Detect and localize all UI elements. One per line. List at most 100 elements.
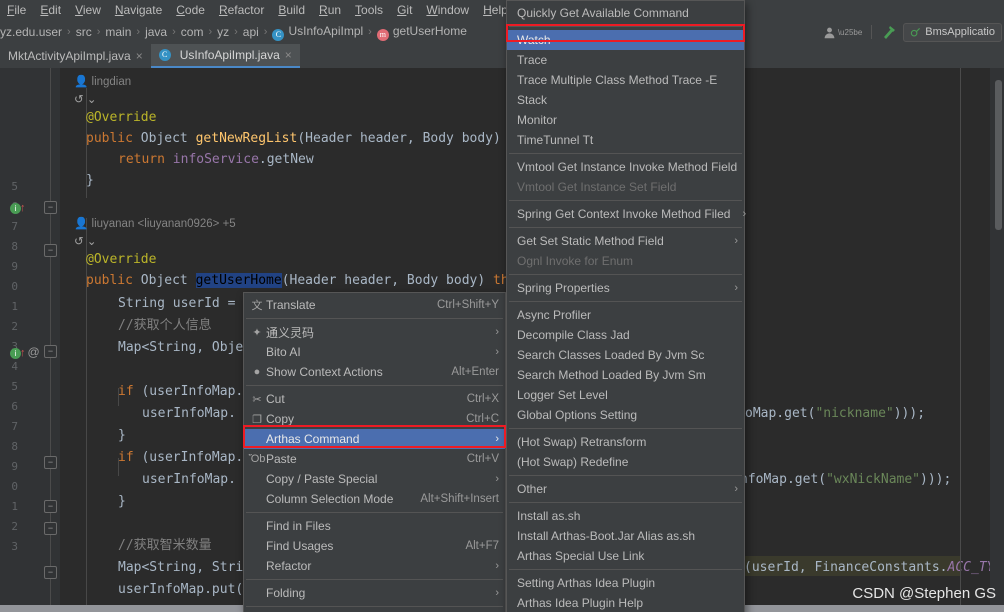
menu-code[interactable]: Code bbox=[169, 0, 212, 20]
arthas-menu-item[interactable]: Search Method Loaded By Jvm Sm bbox=[507, 365, 744, 385]
menu-view[interactable]: View bbox=[68, 0, 108, 20]
breadcrumb-item[interactable]: yz bbox=[217, 25, 229, 39]
code-line: } bbox=[118, 428, 126, 443]
menu-separator bbox=[509, 301, 742, 302]
arthas-menu-item[interactable]: Logger Set Level bbox=[507, 385, 744, 405]
breadcrumb-item[interactable]: m getUserHome bbox=[376, 24, 467, 41]
menu-separator bbox=[246, 318, 503, 319]
arthas-menu-item[interactable]: (Hot Swap) Redefine bbox=[507, 452, 744, 472]
arthas-menu-item[interactable]: Vmtool Get Instance Invoke Method Field bbox=[507, 157, 744, 177]
arthas-menu-item[interactable]: Trace Multiple Class Method Trace -E bbox=[507, 70, 744, 90]
breadcrumb-separator: › bbox=[234, 26, 238, 38]
menu-navigate[interactable]: Navigate bbox=[108, 0, 169, 20]
editor-gutter[interactable]: 5 6 7 8 9 0 1 2 3 4 5 6 7 8 9 0 1 2 3 i↑… bbox=[0, 68, 60, 605]
context-menu-item[interactable]: Ὄb Paste Ctrl+V bbox=[244, 449, 505, 469]
menu-build[interactable]: Build bbox=[271, 0, 312, 20]
fold-toggle-icon[interactable]: − bbox=[44, 456, 57, 469]
menu-run[interactable]: Run bbox=[312, 0, 348, 20]
tongyi-icon: ✦ bbox=[252, 326, 262, 339]
menu-item-label: Arthas Special Use Link bbox=[517, 549, 645, 563]
breadcrumb-item[interactable]: main bbox=[105, 25, 131, 39]
fold-toggle-icon[interactable]: − bbox=[44, 566, 57, 579]
arthas-menu-item[interactable]: Arthas Idea Plugin Help bbox=[507, 593, 744, 612]
fold-toggle-icon[interactable]: − bbox=[44, 345, 57, 358]
close-icon[interactable]: × bbox=[136, 49, 143, 63]
breadcrumb-item[interactable]: yz.edu.user bbox=[0, 25, 62, 39]
menu-edit[interactable]: Edit bbox=[33, 0, 68, 20]
fold-toggle-icon[interactable]: − bbox=[44, 500, 57, 513]
context-menu-item[interactable]: 文 Translate Ctrl+Shift+Y bbox=[244, 295, 505, 315]
breadcrumb-item[interactable]: C UsInfoApiImpl bbox=[272, 24, 363, 41]
arthas-menu-item[interactable]: Spring Properties › bbox=[507, 278, 744, 298]
arthas-menu-item[interactable]: Global Options Setting bbox=[507, 405, 744, 425]
fold-toggle-icon[interactable]: − bbox=[44, 201, 57, 214]
menu-item-label: Install as.sh bbox=[517, 509, 581, 523]
run-configuration-selector[interactable]: BmsApplicatio bbox=[903, 22, 1002, 42]
run-gutter-marker[interactable]: i ↑ @ bbox=[10, 345, 40, 359]
menu-item-shortcut: Ctrl+Shift+Y bbox=[437, 299, 499, 311]
arthas-menu-item[interactable]: Trace bbox=[507, 50, 744, 70]
menu-tools[interactable]: Tools bbox=[348, 0, 390, 20]
arthas-menu-item[interactable]: Stack bbox=[507, 90, 744, 110]
breadcrumb-item[interactable]: com bbox=[181, 25, 204, 39]
inlay-hint-icon[interactable]: ↺ ⌄ bbox=[74, 90, 96, 110]
breadcrumb-item[interactable]: java bbox=[145, 25, 167, 39]
context-menu-item[interactable]: Bito AI › bbox=[244, 342, 505, 362]
arthas-menu-item[interactable]: Search Classes Loaded By Jvm Sc bbox=[507, 345, 744, 365]
context-menu-item[interactable]: Folding › bbox=[244, 583, 505, 603]
inlay-hint-icon[interactable]: ↺ ⌄ bbox=[74, 232, 96, 252]
arthas-menu-item[interactable]: Decompile Class Jad bbox=[507, 325, 744, 345]
menu-item-shortcut: Alt+Shift+Insert bbox=[420, 493, 499, 505]
arthas-menu-item[interactable]: Other › bbox=[507, 479, 744, 499]
menu-item-label: Arthas Command bbox=[266, 432, 360, 446]
menu-refactor[interactable]: Refactor bbox=[212, 0, 271, 20]
arthas-menu-item: Ognl Invoke for Enum bbox=[507, 251, 744, 271]
context-menu-item[interactable]: Arthas Command › bbox=[244, 429, 505, 449]
menu-git[interactable]: Git bbox=[390, 0, 419, 20]
run-gutter-marker[interactable]: i ↑ bbox=[10, 202, 26, 214]
breadcrumb-item[interactable]: api bbox=[243, 25, 259, 39]
arthas-menu-item[interactable]: Async Profiler bbox=[507, 305, 744, 325]
arthas-menu-item[interactable]: TimeTunnel Tt bbox=[507, 130, 744, 150]
code-line: @Override bbox=[86, 252, 157, 267]
menu-window[interactable]: Window bbox=[419, 0, 476, 20]
arthas-command-submenu[interactable]: Quickly Get Available Command Watch Trace T… bbox=[506, 0, 746, 612]
context-menu-item[interactable]: ❐ Copy Ctrl+C bbox=[244, 409, 505, 429]
close-icon[interactable]: × bbox=[285, 48, 292, 62]
code-line: oMap.get("nickname"))); bbox=[745, 406, 926, 421]
menu-item-shortcut: Alt+Enter bbox=[451, 366, 499, 378]
arthas-menu-item[interactable]: (Hot Swap) Retransform bbox=[507, 432, 744, 452]
arthas-menu-item[interactable]: Get Set Static Method Field › bbox=[507, 231, 744, 251]
arthas-menu-item[interactable]: Arthas Special Use Link bbox=[507, 546, 744, 566]
arthas-menu-item[interactable]: Spring Get Context Invoke Method Filed › bbox=[507, 204, 746, 224]
context-menu-item[interactable]: Find Usages Alt+F7 bbox=[244, 536, 505, 556]
menu-item-label: Decompile Class Jad bbox=[517, 328, 630, 342]
editor-tab[interactable]: C UsInfoApiImpl.java × bbox=[150, 44, 300, 68]
hammer-icon[interactable] bbox=[881, 24, 897, 40]
context-menu-item[interactable]: ● Show Context Actions Alt+Enter bbox=[244, 362, 505, 382]
editor-split-divider bbox=[960, 68, 961, 605]
menu-file[interactable]: File bbox=[0, 0, 33, 20]
fold-toggle-icon[interactable]: − bbox=[44, 522, 57, 535]
context-menu-item[interactable]: ✂ Cut Ctrl+X bbox=[244, 389, 505, 409]
arthas-menu-item[interactable]: Quickly Get Available Command bbox=[507, 3, 744, 23]
arthas-menu-item[interactable]: Setting Arthas Idea Plugin bbox=[507, 573, 744, 593]
ide-window: File Edit View Navigate Code Refactor Build Run… bbox=[0, 0, 1004, 612]
context-menu-item[interactable]: ✦ 通义灵码 › bbox=[244, 322, 505, 342]
arthas-menu-item[interactable]: Monitor bbox=[507, 110, 744, 130]
editor-context-menu[interactable]: 文 Translate Ctrl+Shift+Y ✦ 通义灵码 › Bito AI › ● Sho… bbox=[243, 292, 506, 612]
user-icon[interactable]: \u25be bbox=[823, 26, 862, 39]
context-menu-item[interactable]: Refactor › bbox=[244, 556, 505, 576]
editor-tab[interactable]: MktActivityApiImpl.java × bbox=[0, 44, 151, 68]
context-menu-item[interactable]: Copy / Paste Special › bbox=[244, 469, 505, 489]
menu-separator bbox=[509, 502, 742, 503]
arthas-menu-item[interactable]: Watch bbox=[507, 30, 744, 50]
context-menu-item[interactable]: Find in Files bbox=[244, 516, 505, 536]
fold-toggle-icon[interactable]: − bbox=[44, 244, 57, 257]
editor-vertical-scrollbar[interactable] bbox=[995, 80, 1002, 230]
context-menu-item[interactable]: Column Selection Mode Alt+Shift+Insert bbox=[244, 489, 505, 509]
breadcrumb-item[interactable]: src bbox=[76, 25, 92, 39]
arthas-menu-item[interactable]: Install as.sh bbox=[507, 506, 744, 526]
arthas-menu-item[interactable]: Install Arthas-Boot.Jar Alias as.sh bbox=[507, 526, 744, 546]
toolbar-right: \u25be BmsApplicatio bbox=[823, 20, 1004, 44]
